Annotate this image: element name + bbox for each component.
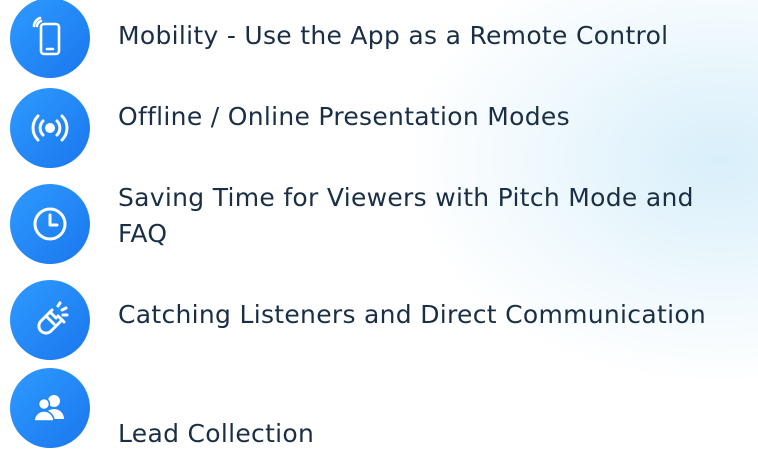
feature-label: Lead Collection <box>118 419 315 448</box>
users-icon <box>10 368 90 448</box>
clock-icon <box>10 184 90 264</box>
magnet-icon <box>10 280 90 360</box>
feature-label: Saving Time for Viewers with Pitch Mode … <box>118 183 694 248</box>
smartphone-icon <box>10 0 90 78</box>
broadcast-icon <box>10 88 90 168</box>
feature-label: Mobility - Use the App as a Remote Contr… <box>118 21 669 50</box>
feature-label: Catching Listeners and Direct Communicat… <box>118 300 707 329</box>
feature-list: Mobility - Use the App as a Remote Contr… <box>0 0 758 450</box>
feature-label: Offline / Online Presentation Modes <box>118 102 570 131</box>
